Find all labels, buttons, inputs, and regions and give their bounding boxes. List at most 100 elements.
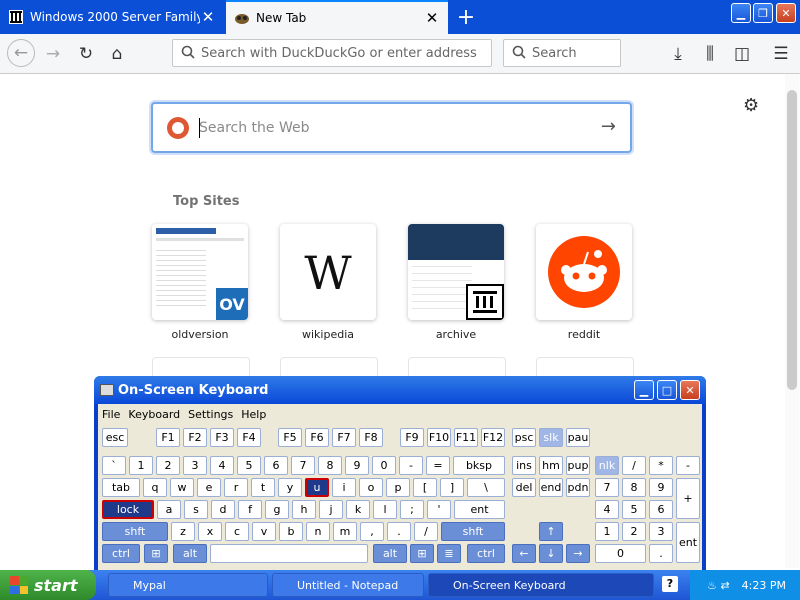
key-1[interactable]: 1 bbox=[595, 522, 619, 541]
key-f11[interactable]: F11 bbox=[454, 428, 478, 447]
key-x[interactable]: [ bbox=[413, 478, 437, 497]
key-i[interactable]: i bbox=[332, 478, 356, 497]
key-x[interactable]: , bbox=[360, 522, 384, 541]
key-hm[interactable]: hm bbox=[539, 456, 563, 475]
close-tab-icon[interactable]: ✕ bbox=[424, 9, 440, 27]
key-ctrl[interactable]: ctrl bbox=[467, 544, 505, 563]
forward-button[interactable]: → bbox=[41, 42, 65, 66]
key-o[interactable]: o bbox=[359, 478, 383, 497]
key-ins[interactable]: ins bbox=[512, 456, 536, 475]
key-u[interactable]: u bbox=[305, 478, 329, 497]
key-lock[interactable]: lock bbox=[102, 500, 154, 519]
top-site-reddit[interactable]: reddit bbox=[536, 224, 632, 341]
key-bksp[interactable]: bksp bbox=[453, 456, 505, 475]
key-shft[interactable]: shft bbox=[441, 522, 505, 541]
tab-windows-2000[interactable]: Windows 2000 Server Family May ✕ bbox=[0, 0, 224, 34]
key-6[interactable]: 6 bbox=[649, 500, 673, 519]
key-esc[interactable]: esc bbox=[102, 428, 128, 447]
downloads-icon[interactable]: ⤓ bbox=[666, 42, 690, 66]
taskbar-item-mypal[interactable]: Mypal bbox=[108, 573, 268, 597]
key-6[interactable]: 6 bbox=[264, 456, 288, 475]
page-scrollbar[interactable] bbox=[785, 74, 799, 568]
key-5[interactable]: 5 bbox=[622, 500, 646, 519]
osk-menu-help[interactable]: Help bbox=[241, 408, 266, 421]
key-x[interactable]: x bbox=[198, 522, 222, 541]
key-x[interactable]: / bbox=[414, 522, 438, 541]
web-search-box[interactable]: Search the Web → bbox=[151, 102, 632, 153]
spacebar[interactable] bbox=[210, 544, 368, 563]
key-ent[interactable]: ent bbox=[454, 500, 505, 519]
key-f8[interactable]: F8 bbox=[359, 428, 383, 447]
key-x[interactable]: . bbox=[649, 544, 673, 563]
key-h[interactable]: h bbox=[292, 500, 316, 519]
key-f3[interactable]: F3 bbox=[210, 428, 234, 447]
key-f6[interactable]: F6 bbox=[305, 428, 329, 447]
key-f10[interactable]: F10 bbox=[427, 428, 451, 447]
top-site-oldversion[interactable]: OV oldversion bbox=[152, 224, 248, 341]
key-b[interactable]: b bbox=[279, 522, 303, 541]
osk-title-bar[interactable]: On-Screen Keyboard ▁ □ ✕ bbox=[94, 376, 706, 404]
key-l[interactable]: l bbox=[373, 500, 397, 519]
key-x[interactable]: ; bbox=[400, 500, 424, 519]
key-9[interactable]: 9 bbox=[345, 456, 369, 475]
key-windows[interactable]: ⊞ bbox=[144, 544, 168, 563]
key-3[interactable]: 3 bbox=[183, 456, 207, 475]
key-0[interactable]: 0 bbox=[372, 456, 396, 475]
osk-menu-keyboard[interactable]: Keyboard bbox=[128, 408, 180, 421]
key-7[interactable]: 7 bbox=[595, 478, 619, 497]
key-pau[interactable]: pau bbox=[566, 428, 590, 447]
key-7[interactable]: 7 bbox=[291, 456, 315, 475]
key-x[interactable]: . bbox=[387, 522, 411, 541]
close-window-button[interactable]: ✕ bbox=[776, 3, 796, 23]
help-icon[interactable]: ? bbox=[662, 576, 678, 592]
close-tab-icon[interactable]: ✕ bbox=[200, 8, 216, 26]
key-x[interactable]: \ bbox=[467, 478, 505, 497]
key-f2[interactable]: F2 bbox=[183, 428, 207, 447]
key-x[interactable]: ] bbox=[440, 478, 464, 497]
key-pup[interactable]: pup bbox=[566, 456, 590, 475]
key-n[interactable]: n bbox=[306, 522, 330, 541]
key-s[interactable]: s bbox=[184, 500, 208, 519]
key-8[interactable]: 8 bbox=[622, 478, 646, 497]
key-w[interactable]: w bbox=[170, 478, 194, 497]
scrollbar-thumb[interactable] bbox=[787, 90, 797, 390]
top-site-wikipedia[interactable]: W wikipedia bbox=[280, 224, 376, 341]
key-arrow-down[interactable]: ↓ bbox=[539, 544, 563, 563]
start-button[interactable]: start bbox=[0, 570, 96, 600]
key-end[interactable]: end bbox=[539, 478, 563, 497]
key-2[interactable]: 2 bbox=[622, 522, 646, 541]
key-pdn[interactable]: pdn bbox=[566, 478, 590, 497]
key-a[interactable]: a bbox=[157, 500, 181, 519]
sidebar-icon[interactable]: ◫ bbox=[730, 42, 754, 66]
reload-button[interactable]: ↻ bbox=[74, 42, 98, 66]
key-4[interactable]: 4 bbox=[210, 456, 234, 475]
top-site-archive[interactable]: archive bbox=[408, 224, 504, 341]
key-0[interactable]: 0 bbox=[595, 544, 646, 563]
home-button[interactable]: ⌂ bbox=[105, 42, 129, 66]
key-f7[interactable]: F7 bbox=[332, 428, 356, 447]
key-tab[interactable]: tab bbox=[102, 478, 140, 497]
minimize-button[interactable]: ▁ bbox=[731, 3, 751, 23]
search-bar[interactable]: Search bbox=[503, 39, 621, 67]
key-ctrl[interactable]: ctrl bbox=[102, 544, 140, 563]
settings-gear-icon[interactable]: ⚙ bbox=[743, 95, 759, 116]
key-windows-right[interactable]: ⊞ bbox=[410, 544, 434, 563]
key-x[interactable]: + bbox=[676, 478, 700, 519]
key-x[interactable]: = bbox=[426, 456, 450, 475]
library-icon[interactable]: ⫼ bbox=[698, 42, 722, 66]
key-shft[interactable]: shft bbox=[102, 522, 168, 541]
osk-minimize-button[interactable]: ▁ bbox=[634, 380, 654, 400]
taskbar-item-notepad[interactable]: Untitled - Notepad bbox=[272, 573, 424, 597]
menu-icon[interactable]: ☰ bbox=[769, 42, 793, 66]
key-alt[interactable]: alt bbox=[173, 544, 207, 563]
key-psc[interactable]: psc bbox=[512, 428, 536, 447]
key-arrow-left[interactable]: ← bbox=[512, 544, 536, 563]
osk-maximize-button[interactable]: □ bbox=[657, 380, 677, 400]
key-f1[interactable]: F1 bbox=[156, 428, 180, 447]
key-f9[interactable]: F9 bbox=[400, 428, 424, 447]
key-c[interactable]: c bbox=[225, 522, 249, 541]
taskbar-item-osk[interactable]: On-Screen Keyboard bbox=[428, 573, 654, 597]
clock[interactable]: 4:23 PM bbox=[742, 579, 786, 592]
key-v[interactable]: v bbox=[252, 522, 276, 541]
key-1[interactable]: 1 bbox=[129, 456, 153, 475]
